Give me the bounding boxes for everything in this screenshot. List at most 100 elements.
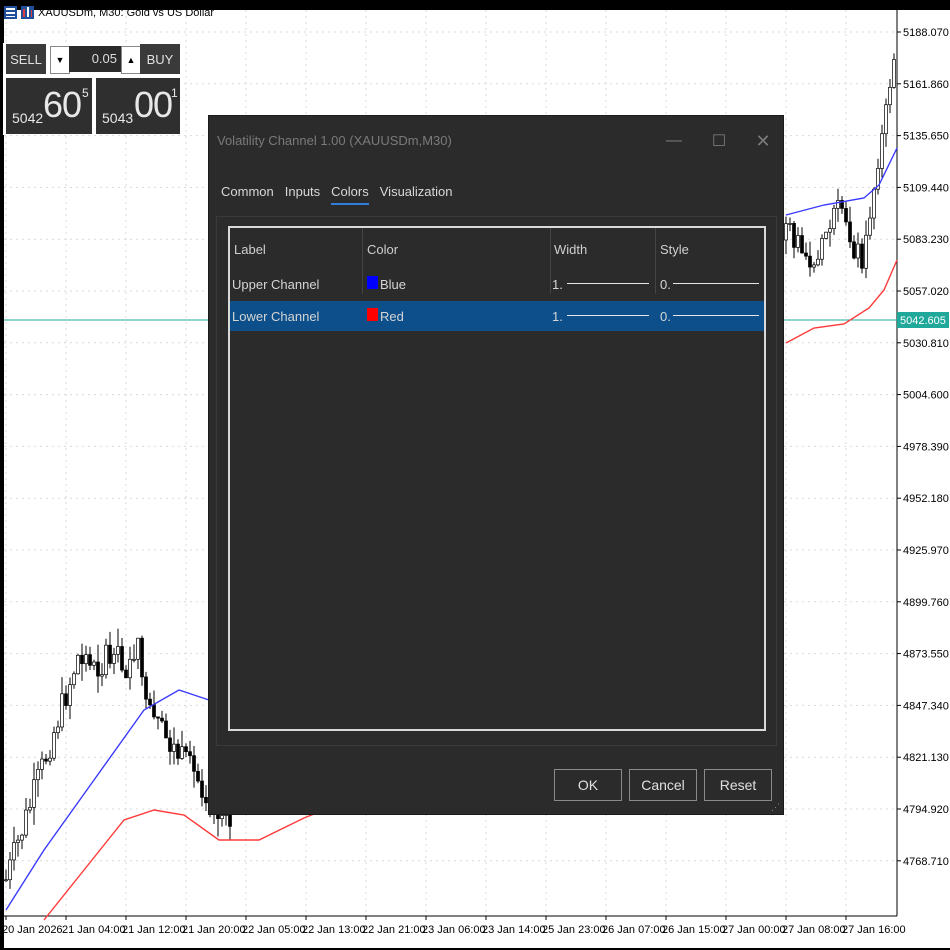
tab-colors[interactable]: Colors: [331, 184, 369, 205]
style-line-sample: [673, 283, 759, 284]
lower-channel-line: [785, 259, 898, 344]
lot-decrease-button[interactable]: ▼: [50, 46, 70, 74]
header-label: Label: [234, 242, 266, 257]
buy-button[interactable]: BUY: [140, 44, 180, 74]
symbol-title: XAUUSDm, M30: Gold vs US Dollar: [38, 6, 215, 19]
dialog-titlebar[interactable]: Volatility Channel 1.00 (XAUUSDm,M30) — …: [209, 116, 783, 166]
reset-button[interactable]: Reset: [704, 769, 772, 801]
candle-body: [820, 238, 824, 260]
ok-button[interactable]: OK: [554, 769, 622, 801]
table-row-lower-channel[interactable]: Lower Channel Red 1. 0.: [230, 301, 764, 331]
price-axis-label: 4952.180: [903, 493, 949, 505]
candle-body: [156, 716, 160, 719]
row-style[interactable]: 0.: [660, 309, 671, 324]
candle-body: [804, 252, 808, 257]
time-axis-label: 25 Jan 23:00: [542, 924, 606, 936]
time-axis-label: 21 Jan 04:00: [62, 924, 126, 936]
row-style[interactable]: 0.: [660, 277, 671, 292]
row-color-name[interactable]: Red: [380, 309, 404, 324]
sell-quote[interactable]: 5042 60 5: [6, 78, 92, 134]
candle-body: [788, 223, 792, 225]
candle-body: [860, 243, 864, 269]
lot-increase-button[interactable]: ▲: [121, 46, 141, 74]
row-width[interactable]: 1.: [552, 277, 563, 292]
candle-body: [68, 684, 72, 706]
resize-grip-icon[interactable]: ⋰: [771, 802, 781, 812]
price-axis-label: 5057.020: [903, 286, 949, 298]
candle-body: [40, 758, 44, 770]
candle-body: [188, 751, 192, 757]
time-axis-label: 26 Jan 07:00: [602, 924, 666, 936]
candle-body: [192, 755, 196, 772]
row-label: Lower Channel: [232, 309, 320, 324]
candle-body: [808, 255, 812, 268]
chart-type-icon[interactable]: [21, 6, 34, 19]
row-color-name[interactable]: Blue: [380, 277, 406, 292]
candle-body: [816, 258, 820, 266]
candle-body: [152, 704, 156, 718]
table-row-upper-channel[interactable]: Upper Channel Blue 1. 0.: [230, 269, 764, 299]
candle-body: [88, 654, 92, 666]
tab-common[interactable]: Common: [221, 184, 274, 205]
candle-body: [148, 698, 152, 706]
buy-quote[interactable]: 5043 00 1: [96, 78, 180, 134]
time-axis-label: 21 Jan 12:00: [122, 924, 186, 936]
time-axis-label: 27 Jan 16:00: [842, 924, 906, 936]
candle-body: [852, 241, 856, 259]
candle-body: [96, 661, 100, 677]
buy-price-fraction: 1: [171, 86, 178, 100]
candle-body: [4, 879, 8, 882]
lot-size-input[interactable]: 0.05: [69, 46, 121, 72]
maximize-icon[interactable]: ☐: [706, 128, 732, 154]
candle-body: [36, 769, 40, 781]
market-watch-icon[interactable]: [4, 6, 17, 19]
price-axis-label: 5004.600: [903, 390, 949, 402]
color-swatch[interactable]: [367, 308, 378, 321]
price-axis-label: 4978.390: [903, 441, 949, 453]
price-axis-label: 4899.760: [903, 597, 949, 609]
candle-body: [72, 673, 76, 686]
candle-body: [12, 842, 16, 861]
candle-body: [60, 693, 64, 728]
sell-button[interactable]: SELL: [6, 44, 46, 74]
time-axis-label: 21 Jan 20:00: [182, 924, 246, 936]
buy-price-pips: 00: [134, 84, 173, 125]
minimize-icon[interactable]: —: [661, 128, 687, 154]
candle-body: [112, 653, 116, 664]
row-width[interactable]: 1.: [552, 309, 563, 324]
color-swatch[interactable]: [367, 276, 378, 289]
style-line-sample: [673, 315, 759, 316]
sell-price-main: 5042: [12, 110, 44, 126]
upper-channel-line: [5, 689, 225, 911]
candle-body: [124, 669, 128, 679]
candle-body: [140, 637, 144, 678]
candle-body: [888, 87, 892, 106]
price-axis-label: 5188.070: [903, 27, 949, 39]
tab-visualization[interactable]: Visualization: [380, 184, 453, 205]
price-axis-label: 4794.920: [903, 804, 949, 816]
lower-channel-line: [43, 809, 325, 921]
candle-body: [168, 737, 172, 752]
candle-body: [812, 264, 816, 268]
candle-body: [204, 797, 208, 804]
close-icon[interactable]: ✕: [750, 128, 776, 154]
candle-body: [164, 720, 168, 739]
header-width: Width: [554, 242, 588, 257]
tab-inputs[interactable]: Inputs: [285, 184, 320, 205]
buy-price-main: 5043: [102, 110, 134, 126]
candle-body: [80, 654, 84, 665]
terminal-window: 5188.070 5161.860 5135.650 5109.440 5083.230…: [0, 0, 950, 950]
candle-body: [880, 133, 884, 169]
candle-body: [100, 674, 104, 677]
cancel-button[interactable]: Cancel: [629, 769, 697, 801]
candle-body: [116, 646, 120, 655]
price-axis-label: 4847.340: [903, 700, 949, 712]
candle-body: [824, 231, 828, 239]
candle-body: [132, 658, 136, 661]
candle-body: [64, 693, 68, 706]
candle-body: [784, 223, 788, 241]
price-axis-label: 5109.440: [903, 182, 949, 194]
candle-body: [24, 809, 28, 836]
one-click-trading-panel: SELL ▼ 0.05 ▲ BUY 5042 60 5 5043 00 1: [3, 43, 180, 135]
time-axis-label: 27 Jan 08:00: [782, 924, 846, 936]
